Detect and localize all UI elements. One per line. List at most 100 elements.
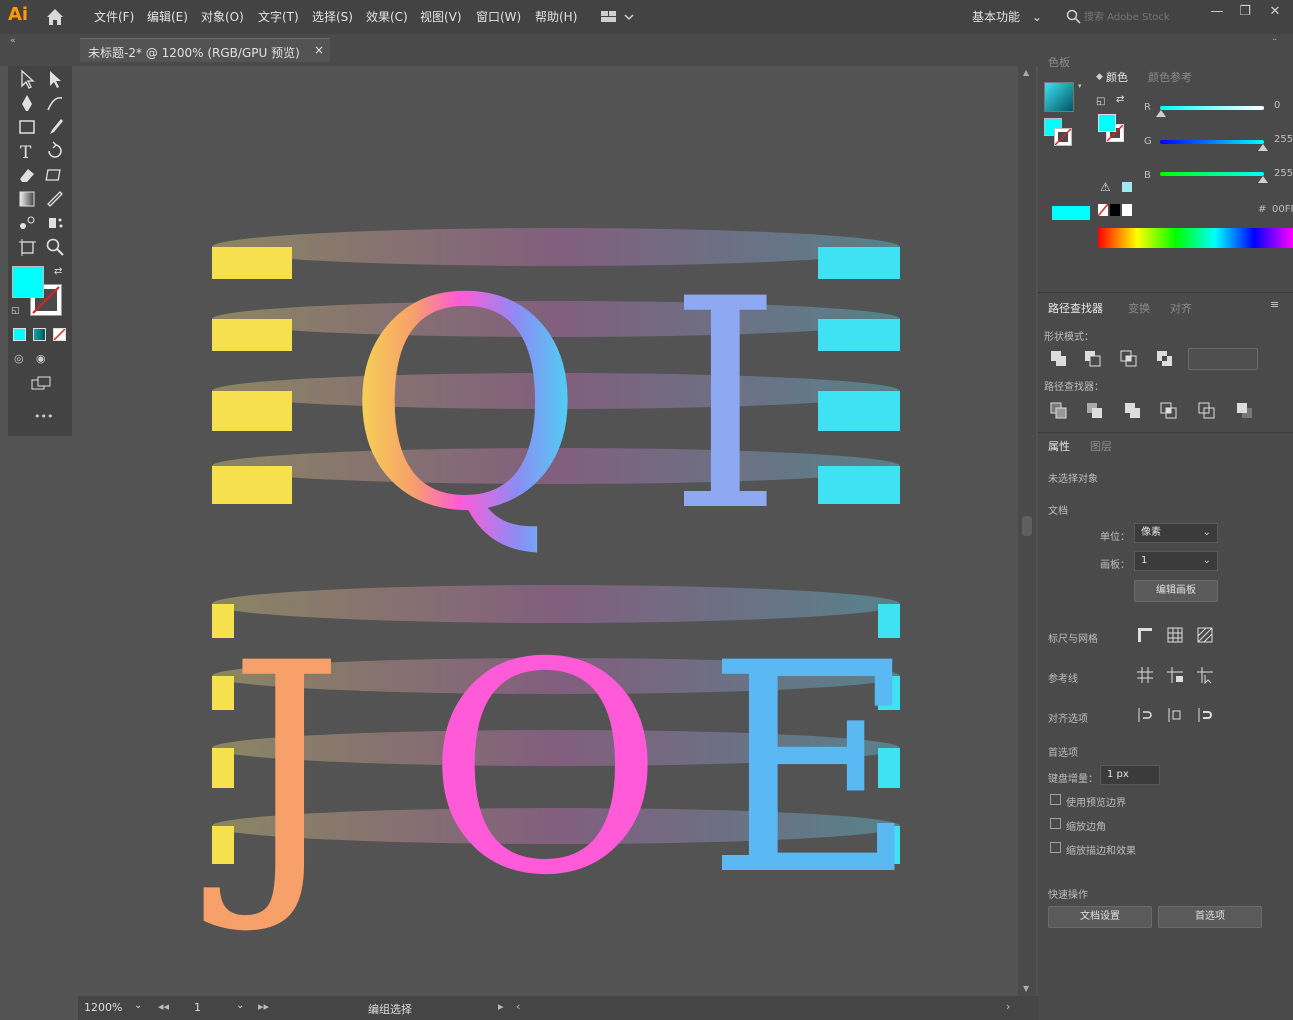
tab-layers[interactable]: 图层 — [1090, 438, 1112, 454]
menu-select[interactable]: 选择(S) — [312, 8, 353, 25]
preferences-button[interactable]: 首选项 — [1158, 906, 1262, 928]
swap-colors-icon[interactable]: ⇄ — [1116, 94, 1124, 105]
intersect-icon[interactable] — [1120, 350, 1138, 368]
tab-color[interactable]: 颜色 — [1106, 69, 1128, 85]
zoom-level[interactable]: 1200% — [84, 1001, 122, 1014]
draw-behind-icon[interactable]: ◉ — [36, 352, 46, 365]
symbol-sprayer-tool-icon[interactable] — [44, 212, 66, 234]
exclude-icon[interactable] — [1156, 350, 1174, 368]
artboard-chevron-icon[interactable]: ⌄ — [236, 1000, 244, 1011]
out-of-gamut-warning-icon[interactable]: ⚠ — [1100, 180, 1111, 194]
minus-front-icon[interactable] — [1084, 350, 1102, 368]
menu-file[interactable]: 文件(F) — [94, 8, 134, 25]
color-fill-active[interactable] — [1098, 114, 1116, 132]
artboard-dropdown[interactable]: 1 ⌄ — [1134, 551, 1218, 571]
tab-align[interactable]: 对齐 — [1170, 300, 1192, 316]
close-button[interactable]: ✕ — [1262, 4, 1288, 24]
merge-icon[interactable] — [1124, 402, 1142, 420]
menu-help[interactable]: 帮助(H) — [535, 8, 577, 25]
scroll-right-icon[interactable]: › — [1006, 1000, 1010, 1013]
menu-type[interactable]: 文字(T) — [258, 8, 299, 25]
swatches-panel-label[interactable]: 色板 — [1048, 54, 1070, 70]
pen-tool-icon[interactable] — [16, 92, 38, 114]
ruler-icon[interactable] — [1136, 626, 1154, 644]
artwork[interactable]: Q I J O E — [78, 66, 1038, 996]
slider-g-thumb[interactable] — [1258, 144, 1268, 151]
scroll-down-icon[interactable]: ▼ — [1023, 984, 1029, 993]
none-color-icon[interactable] — [1098, 204, 1108, 216]
trim-icon[interactable] — [1086, 402, 1104, 420]
slider-r-thumb[interactable] — [1156, 110, 1166, 117]
scroll-thumb[interactable] — [1022, 516, 1032, 536]
slider-b[interactable] — [1160, 172, 1264, 176]
stock-search[interactable] — [1062, 6, 1196, 28]
snap-to-pixel-icon[interactable] — [1166, 706, 1184, 724]
document-tab[interactable]: 未标题-2* @ 1200% (RGB/GPU 预览) × — [80, 38, 330, 62]
type-tool-icon[interactable]: T — [16, 140, 38, 163]
keyboard-increment-input[interactable]: 1 px — [1100, 765, 1160, 785]
document-setup-button[interactable]: 文档设置 — [1048, 906, 1152, 928]
outline-icon[interactable] — [1198, 402, 1216, 420]
search-input[interactable] — [1084, 8, 1194, 26]
zoom-tool-icon[interactable] — [44, 236, 66, 258]
smart-guides-icon[interactable] — [1196, 666, 1214, 685]
color-mode-icon[interactable] — [13, 328, 26, 341]
minus-back-icon[interactable] — [1236, 402, 1254, 420]
scale-strokes-checkbox[interactable] — [1050, 842, 1061, 853]
gradient-swatch[interactable] — [1044, 82, 1074, 112]
minimize-button[interactable]: — — [1204, 4, 1230, 24]
menu-edit[interactable]: 编辑(E) — [147, 8, 188, 25]
paintbrush-tool-icon[interactable] — [44, 116, 66, 138]
swap-fill-stroke-icon[interactable]: ⇄ — [54, 266, 62, 277]
units-dropdown[interactable]: 像素 ⌄ — [1134, 523, 1218, 543]
channel-b-value[interactable]: 255 — [1274, 168, 1293, 179]
letter-q[interactable]: Q — [346, 238, 584, 575]
menu-effect[interactable]: 效果(C) — [366, 8, 408, 25]
arrange-documents-icon[interactable] — [600, 9, 634, 25]
slider-r[interactable] — [1160, 106, 1264, 110]
show-guides-icon[interactable] — [1136, 666, 1154, 684]
mini-stroke-swatch[interactable] — [1054, 128, 1072, 146]
letter-e[interactable]: E — [706, 602, 918, 939]
zoom-chevron-icon[interactable]: ⌄ — [134, 1000, 142, 1011]
gradient-tool-icon[interactable] — [16, 188, 38, 210]
crop-icon[interactable] — [1160, 402, 1178, 420]
screen-mode-icon[interactable] — [30, 376, 52, 392]
divide-icon[interactable] — [1050, 402, 1068, 420]
eraser-tool-icon[interactable] — [16, 164, 38, 186]
letter-i[interactable]: I — [668, 238, 783, 575]
artboard-number[interactable]: 1 — [194, 1001, 201, 1014]
vertical-scrollbar[interactable]: ▲ ▼ — [1018, 66, 1036, 996]
tab-pathfinder[interactable]: 路径查找器 — [1048, 300, 1103, 316]
workspace-switcher[interactable]: 基本功能 ⌄ — [972, 8, 1042, 25]
panel-collapse-icon[interactable]: ◆ — [1096, 72, 1103, 82]
slider-b-thumb[interactable] — [1258, 176, 1268, 183]
menu-view[interactable]: 视图(V) — [420, 8, 462, 25]
edit-artboard-button[interactable]: 编辑画板 — [1134, 580, 1218, 602]
close-tab-icon[interactable]: × — [314, 43, 324, 57]
scale-corners-checkbox[interactable] — [1050, 818, 1061, 829]
channel-r-value[interactable]: 0 — [1274, 100, 1280, 111]
rotate-tool-icon[interactable] — [44, 140, 66, 162]
eyedropper-tool-icon[interactable] — [44, 188, 66, 210]
expand-button[interactable] — [1188, 348, 1258, 370]
curvature-tool-icon[interactable] — [44, 92, 66, 114]
hex-value[interactable]: 00FFFF — [1272, 204, 1293, 215]
scroll-up-icon[interactable]: ▲ — [1023, 68, 1029, 77]
menu-object[interactable]: 对象(O) — [201, 8, 244, 25]
grid-icon[interactable] — [1166, 626, 1184, 644]
snap-to-glyph-icon[interactable] — [1196, 706, 1214, 724]
free-transform-tool-icon[interactable] — [44, 164, 66, 186]
color-spectrum[interactable] — [1098, 228, 1293, 248]
panel-menu-icon[interactable]: ≡ — [1270, 298, 1279, 311]
swatch-menu-icon[interactable]: ▾ — [1078, 82, 1082, 90]
scroll-left-icon[interactable]: ‹ — [516, 1000, 520, 1013]
gamut-color-swatch[interactable] — [1122, 182, 1132, 192]
tab-properties[interactable]: 属性 — [1048, 438, 1070, 454]
canvas-area[interactable]: Q I J O E — [78, 66, 1038, 996]
unite-icon[interactable] — [1050, 350, 1068, 368]
selection-tool-icon[interactable] — [16, 68, 38, 90]
draw-mode-icon[interactable]: ◎ — [14, 352, 24, 365]
last-color-swatch[interactable] — [1052, 206, 1090, 220]
default-fill-stroke-icon[interactable]: ◱ — [11, 306, 20, 316]
